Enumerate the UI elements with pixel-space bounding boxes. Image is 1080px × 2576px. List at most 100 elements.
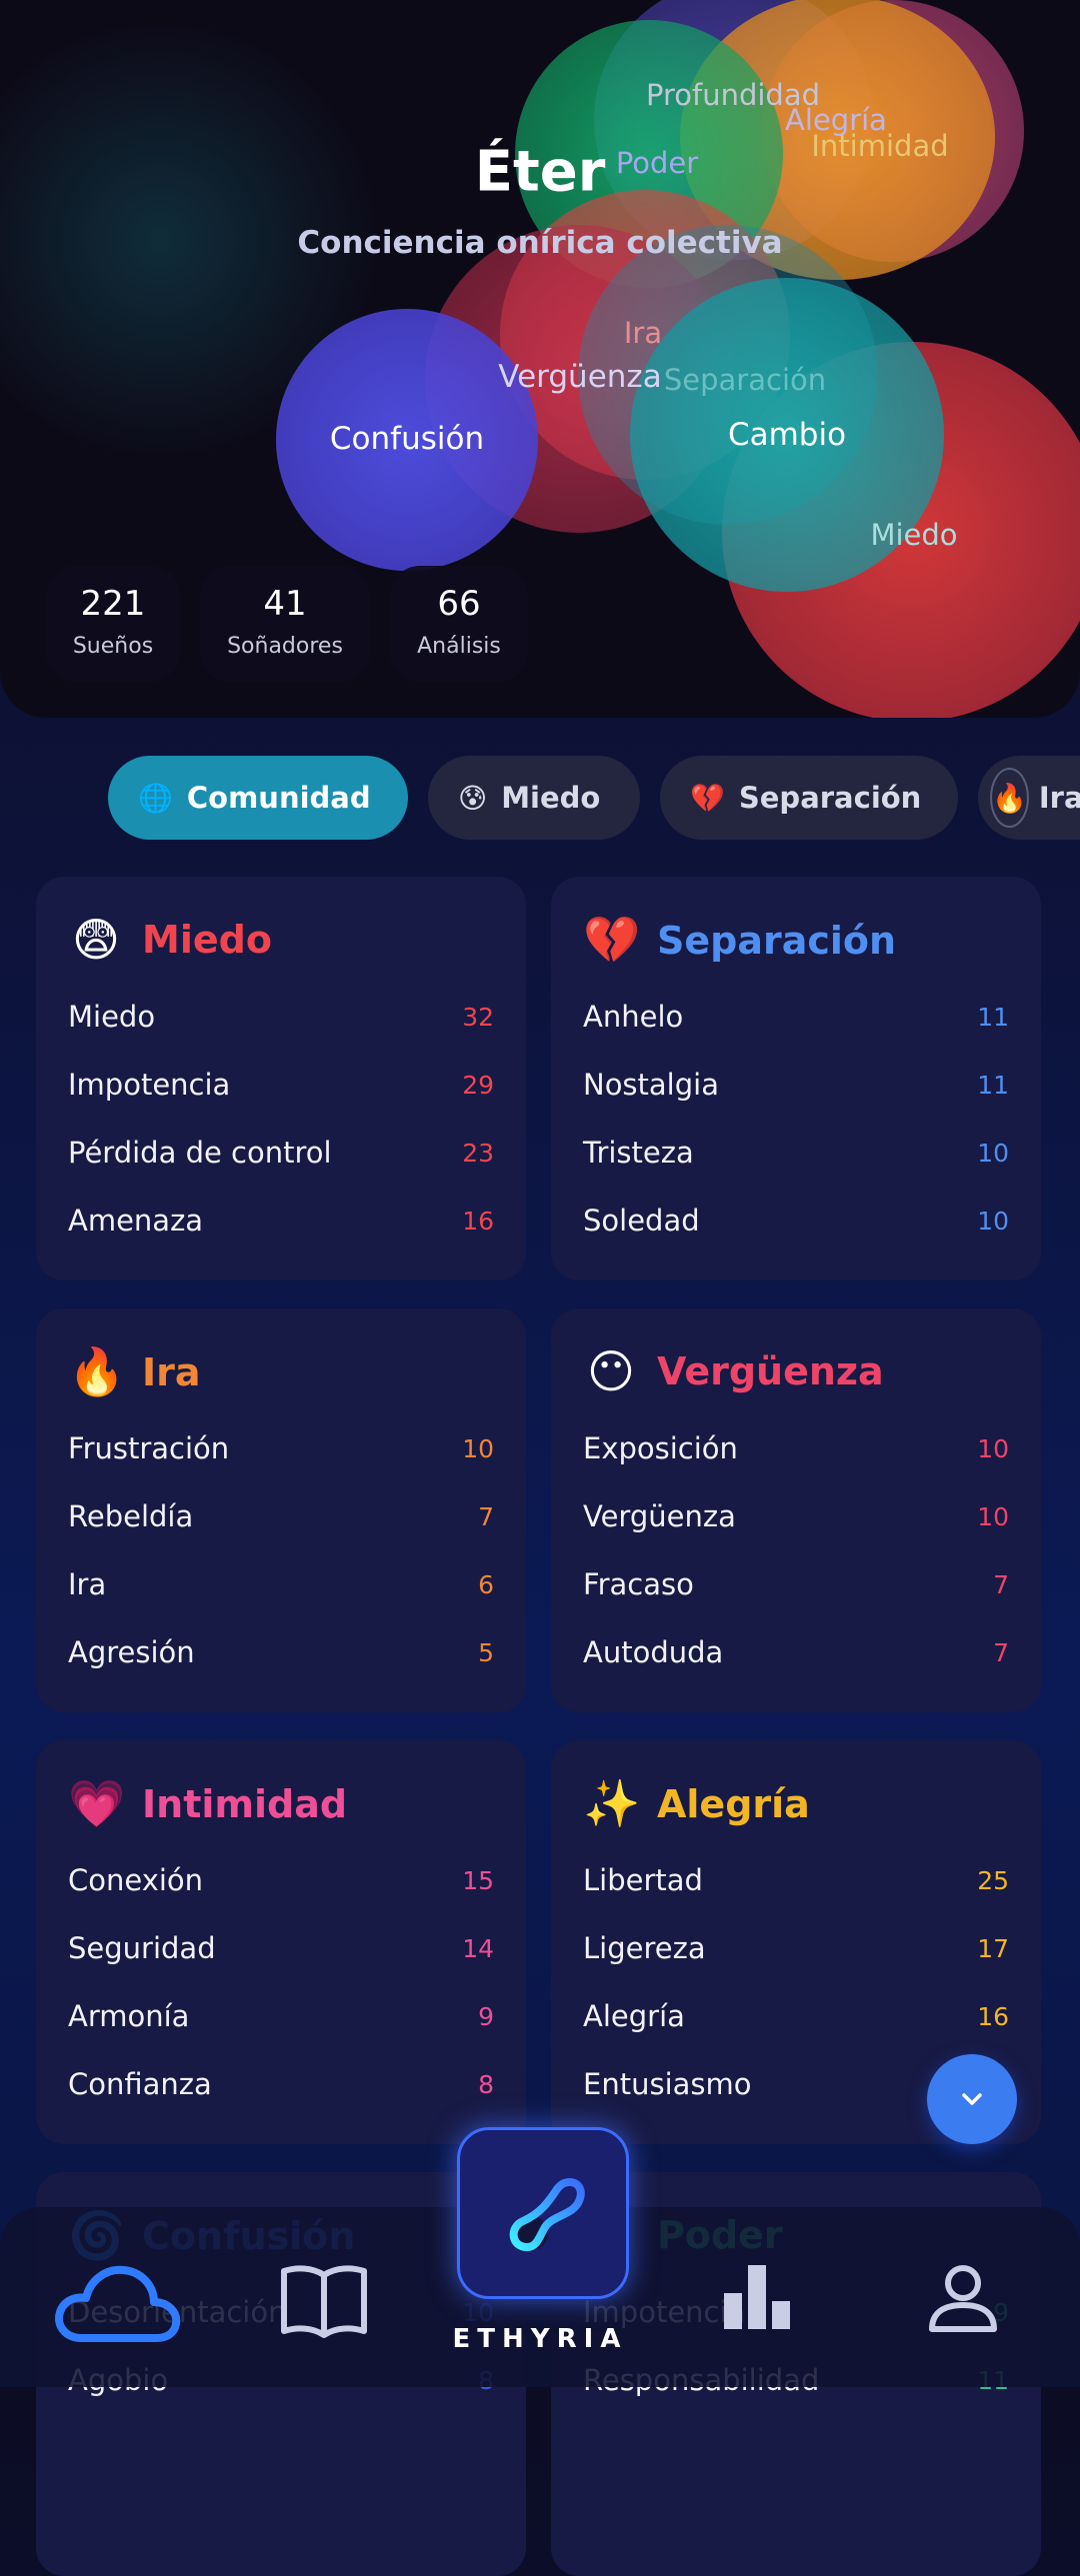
infinity-logo-icon [509,2177,585,2251]
row-label: Rebeldía [68,1499,194,1533]
stat-label: Sueños [72,634,154,659]
row-label: Anhelo [583,1000,684,1034]
filter-label: Miedo [501,781,601,815]
no-mouth-face-icon: 😶 [587,1344,635,1398]
row-label: Miedo [68,1000,156,1034]
card-title: Ira [142,1349,201,1394]
row-count: 16 [462,1206,494,1236]
card-header: 😨 Miedo [68,913,272,967]
sparkles-icon: ✨ [583,1776,641,1830]
chevron-down-icon [962,2093,982,2105]
card-header: 💗 Intimidad [68,1776,347,1831]
card-row: Vergüenza 10 [583,1496,1009,1536]
row-count: 10 [977,1501,1009,1531]
book-icon [281,2265,367,2338]
row-count: 16 [977,2001,1009,2031]
fearful-face-icon: 😰 [458,781,488,815]
row-count: 7 [993,1569,1009,1599]
row-label: Confianza [68,2067,212,2101]
row-label: Fracaso [583,1567,694,1601]
filter-separacion[interactable]: 💔 Separación [660,756,958,840]
row-label: Libertad [583,1863,703,1897]
card-row: Alegría 16 [583,1996,1009,2036]
filter-miedo[interactable]: 😰 Miedo [428,756,640,840]
row-count: 29 [462,1070,494,1100]
row-label: Amenaza [68,1204,204,1238]
scroll-down-button[interactable] [927,2054,1017,2144]
category-card-miedo[interactable]: 😨 Miedo Miedo 32 Impotencia 29 Pérdida de cont… [36,877,526,1281]
row-label: Nostalgia [583,1068,719,1102]
row-label: Frustración [68,1431,230,1465]
card-row: Amenaza 16 [68,1201,494,1241]
row-count: 6 [478,1569,494,1599]
row-count: 9 [478,2001,494,2031]
page-subtitle: Conciencia onírica colectiva [297,225,783,261]
row-count: 11 [977,1070,1009,1100]
row-label: Pérdida de control [68,1136,332,1170]
row-label: Vergüenza [583,1499,736,1533]
row-count: 5 [478,1637,494,1667]
row-count: 17 [977,1933,1009,1963]
card-title: Miedo [142,918,272,962]
row-label: Conexión [68,1863,204,1897]
row-count: 11 [977,1002,1009,1032]
card-title: Vergüenza [657,1349,884,1393]
row-label: Alegría [583,1999,685,2033]
heart-icon: 💗 [68,1776,126,1830]
card-row: Armonía 9 [68,1996,494,2036]
nav-stats[interactable] [722,2261,792,2331]
fire-icon: 🔥 [990,768,1029,828]
stat-value: 41 [263,584,307,624]
row-count: 32 [462,1002,494,1032]
bar-chart-icon [724,2265,790,2329]
row-label: Tristeza [583,1136,694,1170]
page-title: Éter [474,139,606,205]
bubble-label-cambio: Cambio [727,417,847,453]
category-card-separacion[interactable]: 💔 Separación Anhelo 11 Nostalgia 11 Tristeza 10… [551,877,1041,1281]
row-count: 25 [977,1865,1009,1895]
category-card-verguenza[interactable]: 😶 Vergüenza Exposición 10 Vergüenza 10 Fracaso… [551,1308,1041,1712]
card-header: 🔥 Ira [68,1344,201,1399]
card-row: Nostalgia 11 [583,1065,1009,1105]
row-count: 7 [993,1637,1009,1667]
card-row: Exposición 10 [583,1428,1009,1468]
stat-suenos: 221 Sueños [46,566,180,682]
category-card-intimidad[interactable]: 💗 Intimidad Conexión 15 Seguridad 14 Armonía 9 C… [36,1740,526,2144]
filter-comunidad[interactable]: 🌐 Comunidad [108,756,408,840]
stat-value: 66 [437,584,481,624]
card-row: Soledad 10 [583,1201,1009,1241]
card-row: Miedo 32 [68,997,494,1037]
card-row: Conexión 15 [68,1860,494,1900]
row-count: 10 [462,1433,494,1463]
bubble-label-intimidad: Intimidad [811,129,949,163]
user-icon [929,2265,997,2332]
card-row: Ligereza 17 [583,1928,1009,1968]
card-header: 😶 Vergüenza [583,1344,884,1398]
card-title: Intimidad [142,1781,348,1826]
nav-journal[interactable] [278,2261,370,2341]
filter-ira[interactable]: 🔥 Ira [978,756,1080,840]
filter-label: Comunidad [186,781,371,815]
row-label: Agresión [68,1635,195,1669]
bubble-label-ira: Ira [623,316,663,350]
stat-sonadores: 41 Soñadores [200,566,370,682]
card-row: Impotencia 29 [68,1065,494,1105]
category-card-ira[interactable]: 🔥 Ira Frustración 10 Rebeldía 7 Ira 6 Agresión 5 [36,1308,526,1712]
row-count: 23 [462,1138,494,1168]
cloud-icon [55,2265,181,2342]
bubble-label-miedo: Miedo [870,518,958,552]
card-row: Agresión 5 [68,1632,494,1672]
home-logo-button[interactable] [457,2127,629,2299]
stat-label: Soñadores [227,634,343,659]
hero-bubble-cloud: Profundidad Alegría Intimidad Poder Ira … [0,0,1080,718]
row-count: 10 [977,1206,1009,1236]
card-row: Anhelo 11 [583,997,1009,1037]
nav-profile[interactable] [926,2261,1000,2335]
broken-heart-icon: 💔 [690,781,725,815]
nav-cloud[interactable] [50,2254,184,2350]
stat-label: Análisis [417,634,501,659]
row-label: Ligereza [583,1931,706,1965]
row-label: Armonía [68,1999,190,2033]
row-count: 7 [478,1501,494,1531]
row-label: Autoduda [583,1635,724,1669]
